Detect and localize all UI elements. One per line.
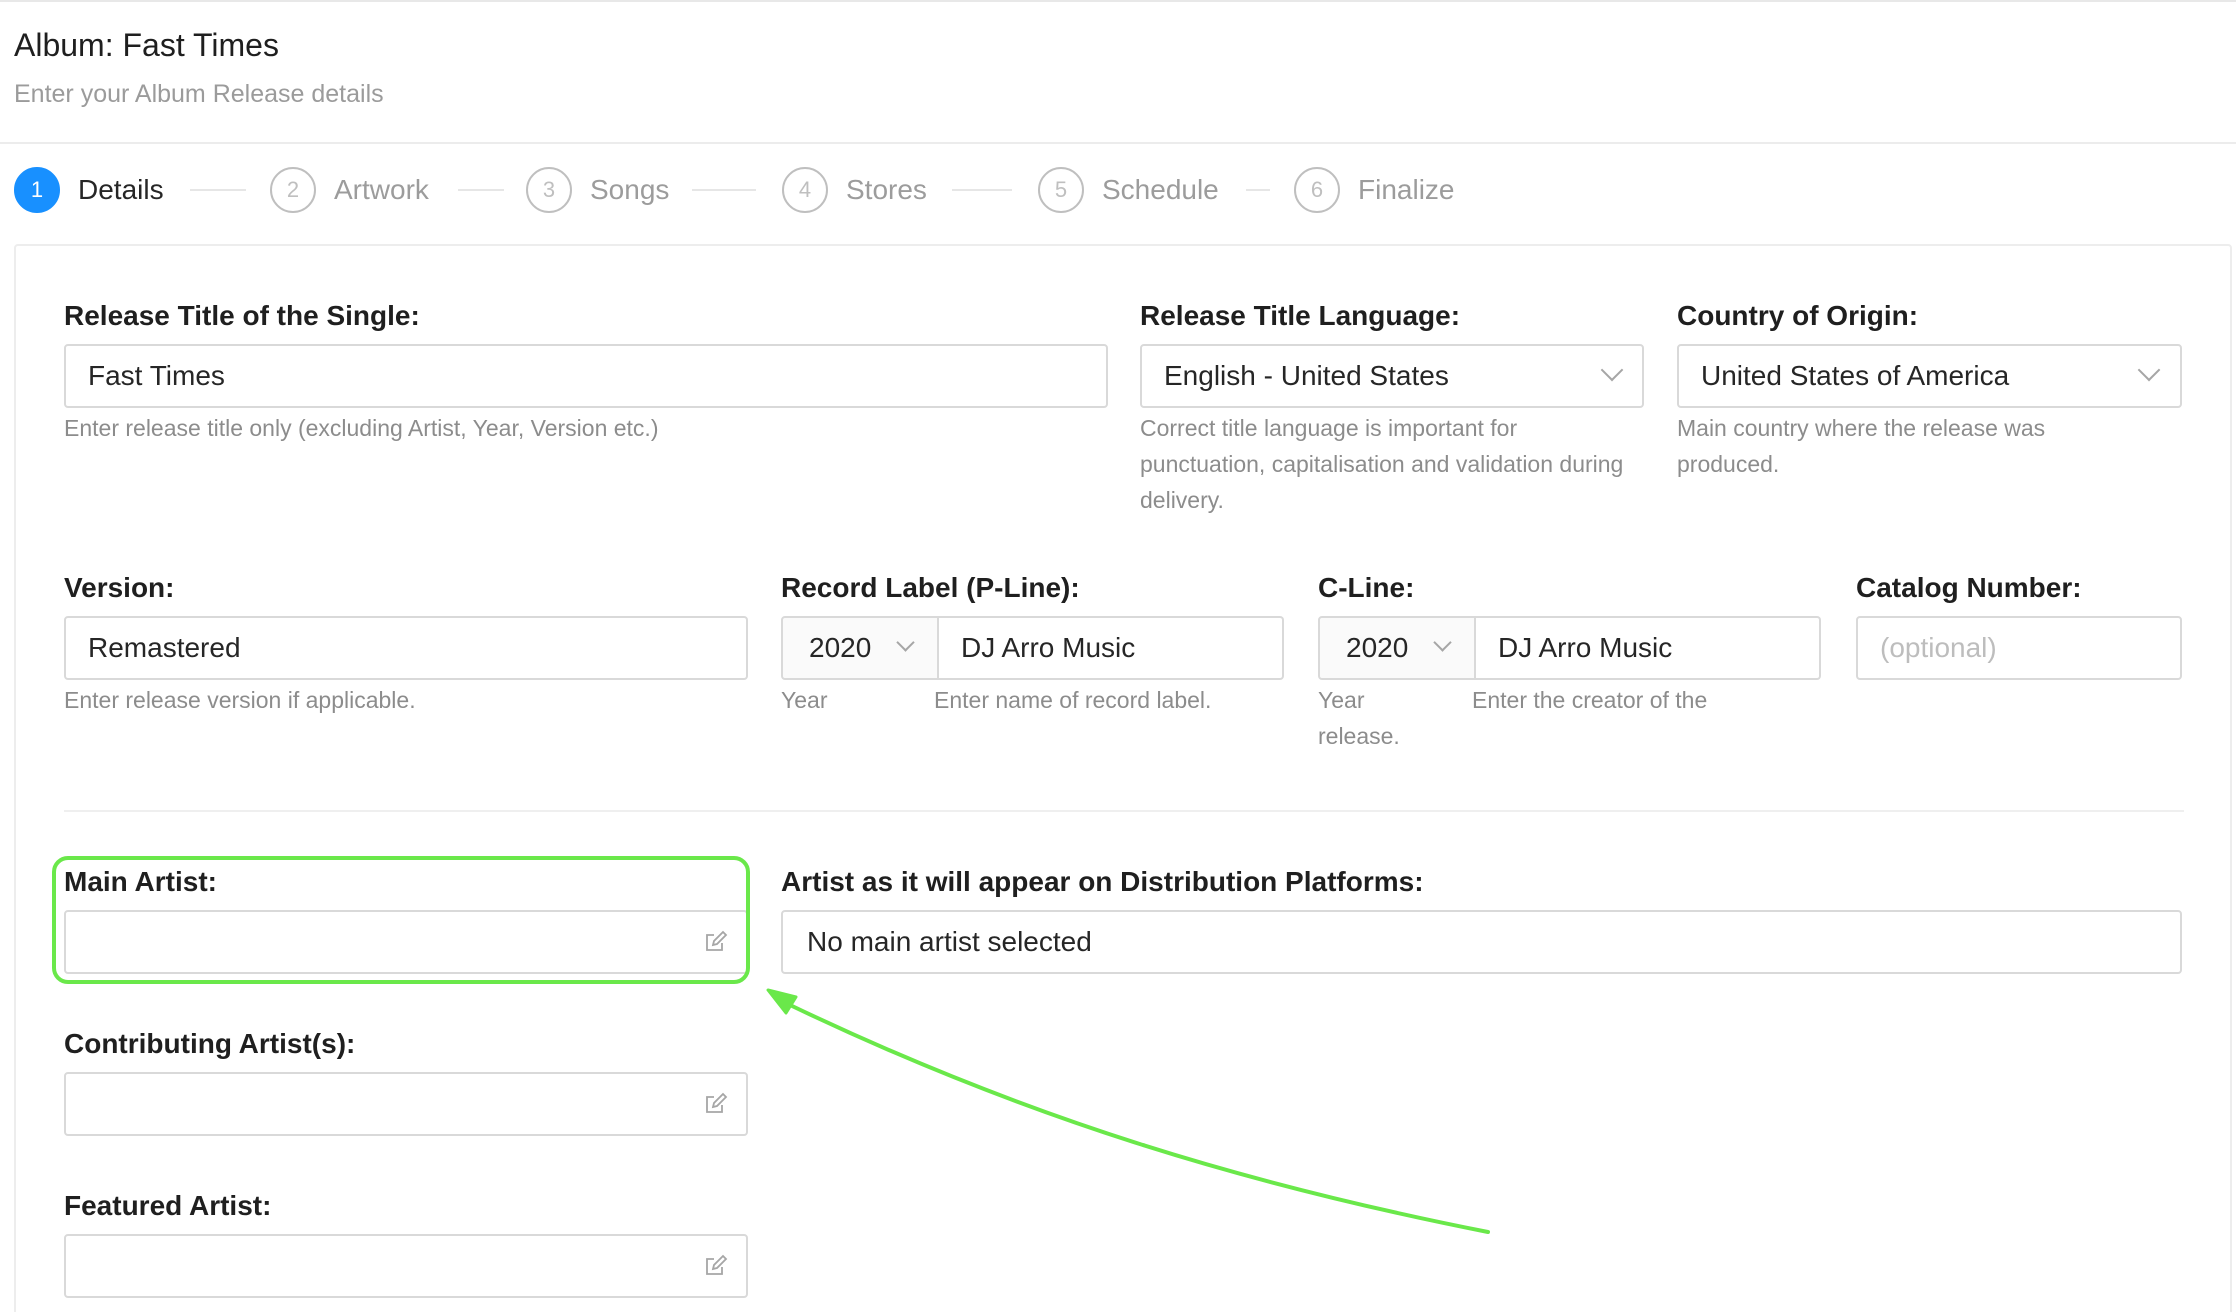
annotation-arrow <box>766 988 1490 1234</box>
